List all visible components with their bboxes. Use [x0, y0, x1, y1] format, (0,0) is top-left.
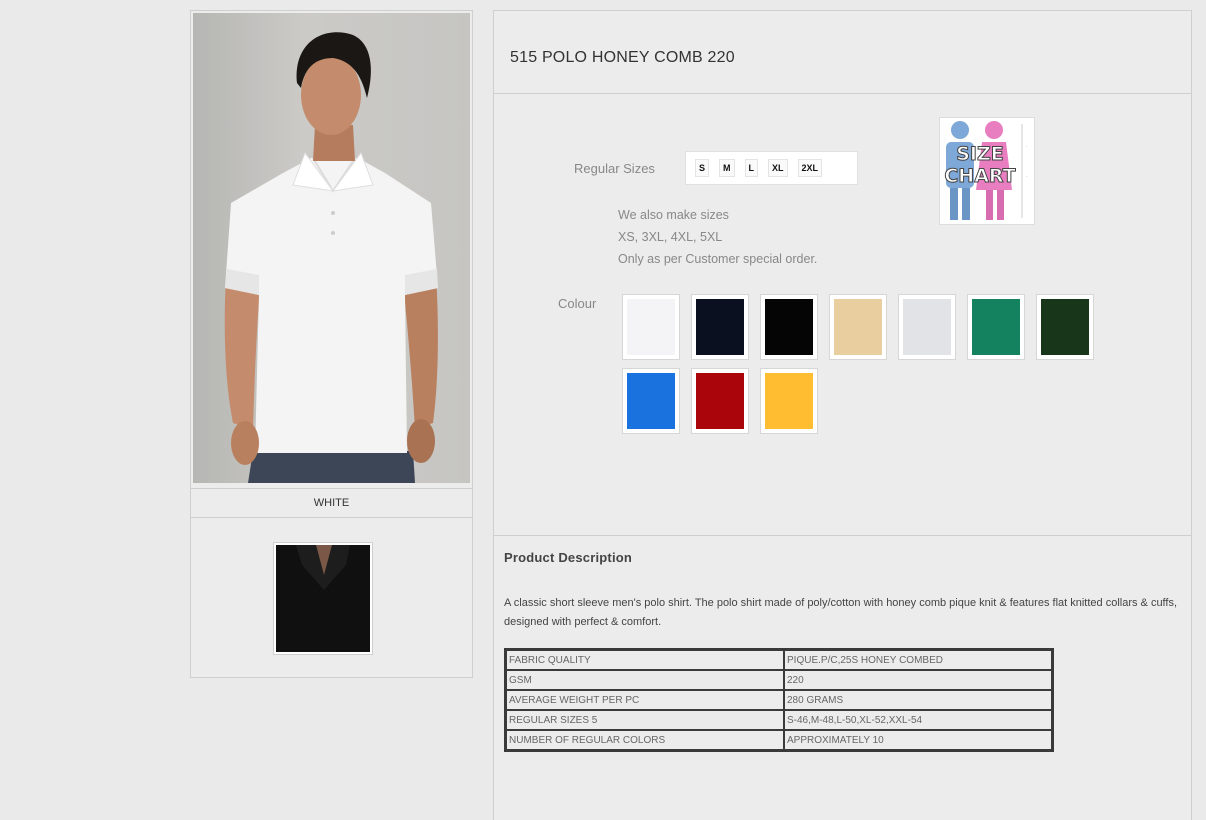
size-chart-label-top: SIZE: [956, 143, 1004, 165]
colour-swatch-beige[interactable]: [829, 294, 887, 360]
product-details: 515 POLO HONEY COMB 220 Regular Sizes S …: [493, 10, 1192, 820]
spec-value: S-46,M-48,L-50,XL-52,XXL-54: [784, 710, 1052, 730]
size-chart-icon: · · SIZE CHART: [940, 118, 1034, 224]
sizes-label: Regular Sizes: [574, 161, 655, 176]
product-description-section: Product Description A classic short slee…: [494, 535, 1191, 752]
size-selector: S M L XL 2XL: [685, 151, 858, 185]
swatch-color: [1041, 299, 1089, 355]
colour-swatch-royal-blue[interactable]: [622, 368, 680, 434]
swatch-color: [903, 299, 951, 355]
swatch-color: [765, 299, 813, 355]
swatch-color: [627, 299, 675, 355]
description-heading: Product Description: [504, 550, 633, 565]
colour-swatch-black[interactable]: [760, 294, 818, 360]
special-sizes-note: We also make sizes XS, 3XL, 4XL, 5XL Onl…: [618, 204, 817, 270]
colour-swatch-navy[interactable]: [691, 294, 749, 360]
swatch-color: [696, 373, 744, 429]
product-gallery: WHITE: [190, 10, 473, 678]
title-bar: 515 POLO HONEY COMB 220: [494, 11, 1191, 94]
spec-value: PIQUE.P/C,25s HONEY COMBED: [784, 650, 1052, 670]
swatch-color: [834, 299, 882, 355]
colour-swatch-grey-melange[interactable]: [898, 294, 956, 360]
product-title: 515 POLO HONEY COMB 220: [510, 49, 735, 66]
swatch-color: [765, 373, 813, 429]
spec-value: 220: [784, 670, 1052, 690]
size-chart-label-bottom: CHART: [944, 165, 1015, 187]
swatch-color: [627, 373, 675, 429]
special-sizes-line: We also make sizes: [618, 208, 729, 222]
description-text: A classic short sleeve men's polo shirt.…: [504, 597, 1178, 628]
size-chart-link[interactable]: · · SIZE CHART: [939, 117, 1035, 225]
colour-swatch-yellow[interactable]: [760, 368, 818, 434]
colour-swatch-bottle-green[interactable]: [967, 294, 1025, 360]
swatch-color: [972, 299, 1020, 355]
spec-name: FABRIC QUALITY: [506, 650, 784, 670]
special-sizes-line: Only as per Customer special order.: [618, 252, 818, 266]
size-option-2xl[interactable]: 2XL: [797, 159, 823, 177]
size-option-s[interactable]: S: [695, 159, 710, 177]
main-product-image[interactable]: [193, 13, 470, 483]
spec-value: 280 GRAMS: [784, 690, 1052, 710]
colour-label: Colour: [558, 296, 597, 311]
spec-name: GSM: [506, 670, 784, 690]
spec-name: REGULAR SIZES 5: [506, 710, 784, 730]
table-row: AVERAGE WEIGHT PER PC 280 GRAMS: [506, 690, 1052, 710]
thumbnail-image: [276, 545, 370, 652]
model-photo: [224, 32, 438, 483]
spec-table: FABRIC QUALITY PIQUE.P/C,25s HONEY COMBED…: [504, 648, 1054, 752]
thumbnail-black[interactable]: [273, 542, 373, 655]
colour-swatches: [622, 294, 1102, 434]
table-row: REGULAR SIZES 5 S-46,M-48,L-50,XL-52,XXL-…: [506, 710, 1052, 730]
image-caption: WHITE: [191, 488, 472, 518]
colour-swatch-red[interactable]: [691, 368, 749, 434]
table-row: NUMBER OF REGULAR COLORS APPROXIMATELY 10: [506, 730, 1052, 750]
size-option-m[interactable]: M: [719, 159, 735, 177]
size-option-xl[interactable]: XL: [768, 159, 788, 177]
colour-swatch-white[interactable]: [622, 294, 680, 360]
table-row: GSM 220: [506, 670, 1052, 690]
spec-name: AVERAGE WEIGHT PER PC: [506, 690, 784, 710]
size-option-l[interactable]: L: [744, 159, 759, 177]
special-sizes-line: XS, 3XL, 4XL, 5XL: [618, 230, 723, 244]
swatch-color: [696, 299, 744, 355]
table-row: FABRIC QUALITY PIQUE.P/C,25s HONEY COMBED: [506, 650, 1052, 670]
spec-value: APPROXIMATELY 10: [784, 730, 1052, 750]
spec-name: NUMBER OF REGULAR COLORS: [506, 730, 784, 750]
colour-swatch-dark-green[interactable]: [1036, 294, 1094, 360]
